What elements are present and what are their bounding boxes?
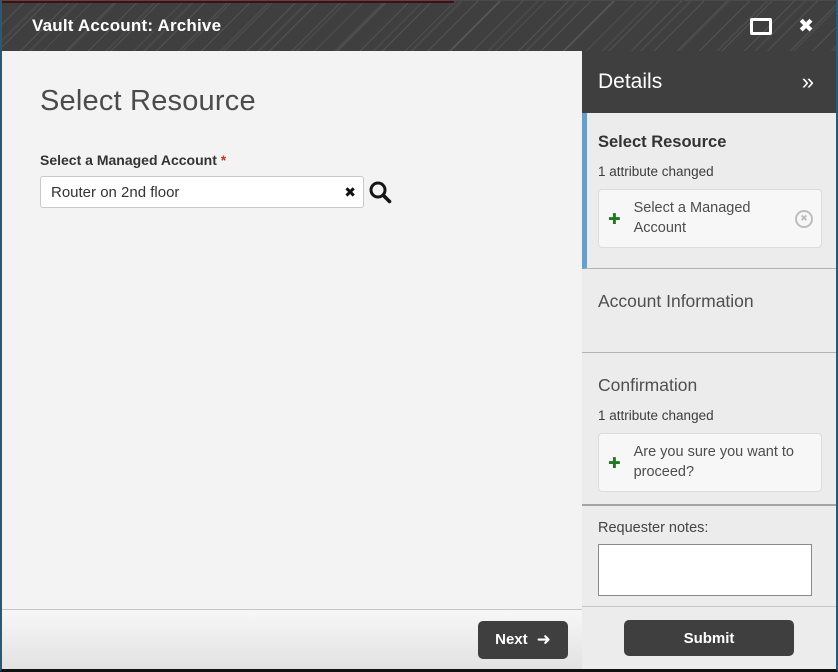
add-icon: ✚ — [608, 454, 621, 472]
required-marker: * — [221, 152, 226, 168]
panel-footer: Submit — [582, 607, 836, 669]
section-confirmation-title: Confirmation — [598, 375, 822, 396]
section-select-resource[interactable]: Select Resource 1 attribute changed ✚ Se… — [582, 113, 836, 269]
vault-account-dialog: Vault Account: Archive ✖ Select Resource… — [0, 0, 838, 672]
section-select-resource-title: Select Resource — [598, 133, 822, 152]
managed-account-input-wrap: ✖ — [40, 176, 364, 208]
confirmation-status: 1 attribute changed — [598, 408, 822, 423]
arrow-right-icon: ➜ — [537, 631, 551, 648]
submit-button[interactable]: Submit — [624, 620, 794, 656]
requester-notes-area: Requester notes: — [582, 506, 836, 607]
managed-account-input[interactable] — [40, 176, 364, 208]
managed-account-attr-text: Select a Managed Account — [634, 199, 789, 238]
managed-account-label: Select a Managed Account * — [40, 152, 562, 168]
titlebar: Vault Account: Archive ✖ — [2, 1, 836, 51]
window-title: Vault Account: Archive — [32, 16, 750, 36]
page-title: Select Resource — [40, 85, 562, 118]
close-icon[interactable]: ✖ — [798, 17, 814, 36]
clear-input-icon[interactable]: ✖ — [344, 185, 356, 199]
managed-account-attr-card: ✚ Select a Managed Account ✖ — [598, 189, 822, 248]
section-confirmation[interactable]: Confirmation 1 attribute changed ✚ Are y… — [582, 353, 836, 506]
select-resource-status: 1 attribute changed — [598, 164, 822, 179]
remove-attribute-icon[interactable]: ✖ — [795, 210, 813, 228]
main-footer: Next ➜ — [2, 609, 582, 669]
next-button-label: Next — [495, 631, 528, 648]
managed-account-input-row: ✖ — [40, 176, 562, 208]
details-title: Details — [598, 70, 662, 94]
collapse-panel-icon[interactable]: » — [802, 71, 814, 93]
confirmation-attr-card: ✚ Are you sure you want to proceed? — [598, 433, 822, 492]
managed-account-label-text: Select a Managed Account — [40, 152, 217, 168]
main-area: Select Resource Select a Managed Account… — [2, 51, 582, 669]
details-panel: Details » Select Resource 1 attribute ch… — [582, 51, 836, 669]
top-accent-strip — [2, 0, 454, 3]
titlebar-icons: ✖ — [750, 17, 820, 36]
search-icon[interactable] — [367, 179, 393, 205]
confirmation-attr-text: Are you sure you want to proceed? — [634, 443, 813, 482]
details-panel-header: Details » — [582, 51, 836, 113]
next-button[interactable]: Next ➜ — [478, 621, 568, 659]
main-content: Select Resource Select a Managed Account… — [2, 51, 582, 609]
requester-notes-textarea[interactable] — [598, 544, 812, 596]
restore-window-icon[interactable] — [750, 18, 772, 35]
requester-notes-label: Requester notes: — [598, 520, 820, 536]
dialog-body: Select Resource Select a Managed Account… — [2, 51, 836, 669]
section-account-information[interactable]: Account Information — [582, 269, 836, 353]
add-icon: ✚ — [608, 210, 621, 228]
managed-account-field: Select a Managed Account * ✖ — [40, 152, 562, 208]
section-account-information-title: Account Information — [598, 291, 822, 312]
